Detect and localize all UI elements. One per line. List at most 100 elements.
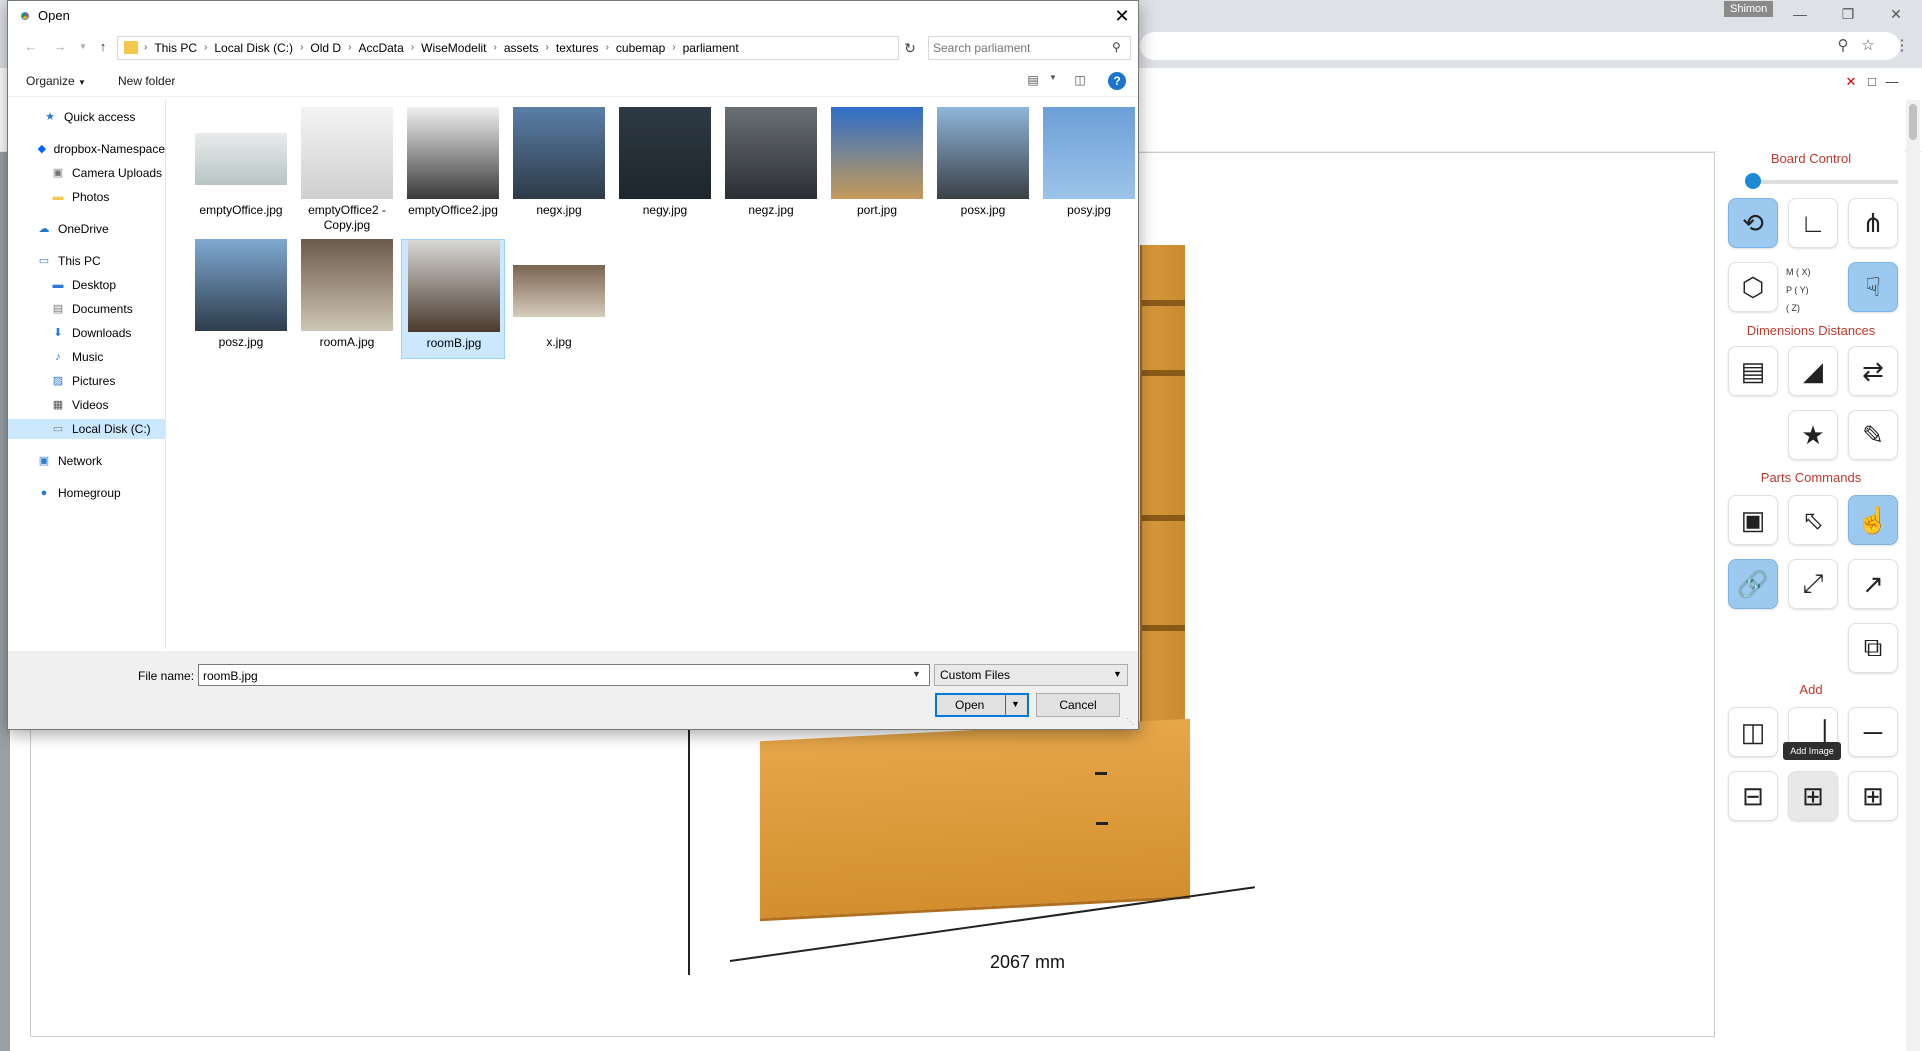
fit-view-button[interactable]: ▣ — [1728, 495, 1778, 545]
nav-item[interactable]: ● Homegroup — [8, 483, 165, 503]
file-item[interactable]: posz.jpg — [189, 239, 293, 359]
address-bar[interactable] — [1140, 32, 1900, 60]
search-input[interactable] — [933, 40, 1103, 56]
axis-checkboxes[interactable]: M ( X) P ( Y) ( Z) — [1786, 263, 1846, 317]
nav-item[interactable]: ▣ Network — [8, 451, 165, 471]
triangle-ruler-button[interactable]: ◢ — [1788, 346, 1838, 396]
help-icon[interactable]: ? — [1108, 72, 1126, 90]
nav-item[interactable]: ▦ Videos — [8, 395, 165, 415]
nav-item[interactable]: ▭ Local Disk (C:) — [8, 419, 165, 439]
link-button[interactable]: 🔗 — [1728, 559, 1778, 609]
checkbox-m-x[interactable]: M ( X) — [1786, 263, 1846, 281]
view-dropdown-icon[interactable]: ▼ — [1045, 73, 1061, 87]
resize-grip-icon[interactable]: ⋱ — [1126, 717, 1134, 726]
search-box[interactable]: ⚲ — [928, 36, 1131, 60]
breadcrumb[interactable]: › This PC › Local Disk (C:) › Old D › AccData › W… — [117, 36, 996, 60]
file-item[interactable]: negz.jpg — [719, 107, 823, 227]
cube-view-button[interactable]: ⬡ — [1728, 262, 1778, 312]
axis-3d-button[interactable]: ⋔ — [1848, 198, 1898, 248]
board-slider-track[interactable] — [1748, 180, 1898, 184]
rotate-view-button[interactable]: ⟲ — [1728, 198, 1778, 248]
file-item[interactable]: roomB.jpg — [401, 239, 505, 359]
organize-button[interactable]: Organize ▼ — [26, 74, 86, 88]
page-scrollbar[interactable] — [1906, 100, 1920, 1051]
breadcrumb-item[interactable]: WiseModelit — [414, 41, 493, 55]
close-window-icon[interactable]: ✕ — [1874, 0, 1918, 28]
hand-pointer-button[interactable]: ☟ — [1848, 262, 1898, 312]
recent-dropdown-icon[interactable]: ▼ — [74, 38, 92, 56]
nav-item[interactable]: ◆ dropbox-Namespace — [8, 139, 165, 159]
dialog-titlebar[interactable]: Open ✕ — [8, 1, 1138, 31]
nav-item[interactable]: ▨ Pictures — [8, 371, 165, 391]
add-tree-button[interactable]: ⊞ — [1848, 771, 1898, 821]
touch-select-button[interactable]: ☝ — [1848, 495, 1898, 545]
nav-item[interactable]: ▤ Documents — [8, 299, 165, 319]
hatch-ruler-button[interactable]: ▤ — [1728, 346, 1778, 396]
app-maximize-icon[interactable]: □ — [1864, 74, 1880, 90]
axis-2d-button[interactable]: ∟ — [1788, 198, 1838, 248]
app-close-icon[interactable]: ✕ — [1843, 74, 1859, 90]
breadcrumb-item[interactable]: cubemap — [609, 41, 672, 55]
search-icon[interactable]: ⚲ — [1833, 36, 1853, 56]
preview-pane-icon[interactable]: ◫ — [1072, 73, 1088, 87]
file-item[interactable]: roomA.jpg — [295, 239, 399, 359]
breadcrumb-item[interactable]: Old D — [303, 41, 348, 55]
star-ruler-button[interactable]: ★ — [1788, 410, 1838, 460]
checkbox-p-y[interactable]: P ( Y) — [1786, 281, 1846, 299]
chevron-down-icon[interactable]: ▼ — [912, 669, 921, 679]
change-view-icon[interactable]: ▤ — [1025, 73, 1041, 87]
file-item[interactable]: port.jpg — [825, 107, 929, 227]
dialog-close-button[interactable]: ✕ — [1110, 5, 1134, 27]
a-to-b-button[interactable]: ⇄ — [1848, 346, 1898, 396]
file-name-combobox[interactable]: ▼ — [198, 664, 930, 686]
breadcrumb-item[interactable]: assets — [497, 41, 546, 55]
breadcrumb-item[interactable]: Local Disk (C:) — [207, 41, 300, 55]
checkbox-z[interactable]: ( Z) — [1786, 299, 1846, 317]
board-slider-handle[interactable] — [1745, 173, 1761, 189]
cabinet-body[interactable] — [760, 718, 1190, 922]
file-item[interactable]: emptyOffice2 - Copy.jpg — [295, 107, 399, 232]
file-item[interactable]: negx.jpg — [507, 107, 611, 227]
export-button[interactable]: ↗ — [1848, 559, 1898, 609]
nav-item[interactable]: ▬ Desktop — [8, 275, 165, 295]
file-item[interactable]: negy.jpg — [613, 107, 717, 227]
open-dropdown-icon[interactable]: ▼ — [1011, 699, 1020, 709]
select-box-button[interactable]: ⬁ — [1788, 495, 1838, 545]
restore-icon[interactable]: ❐ — [1826, 0, 1870, 28]
app-minimize-icon[interactable]: — — [1884, 74, 1900, 90]
brush-ruler-button[interactable]: ✎ — [1848, 410, 1898, 460]
scrollbar-thumb[interactable] — [1909, 104, 1917, 140]
open-button[interactable]: Open ▼ — [935, 693, 1029, 717]
add-shelf-button[interactable]: ─ — [1848, 707, 1898, 757]
file-item[interactable]: posx.jpg — [931, 107, 1035, 227]
nav-item[interactable]: ⬇ Downloads — [8, 323, 165, 343]
cancel-button[interactable]: Cancel — [1036, 693, 1120, 717]
nav-item[interactable]: ▬ Photos — [8, 187, 165, 207]
new-folder-button[interactable]: New folder — [118, 74, 175, 88]
search-icon[interactable]: ⚲ — [1112, 40, 1121, 54]
file-type-select[interactable]: Custom Files ▼ — [934, 664, 1128, 686]
breadcrumb-item[interactable]: parliament — [676, 41, 746, 55]
file-item[interactable]: x.jpg — [507, 239, 611, 359]
breadcrumb-item[interactable]: textures — [549, 41, 606, 55]
refresh-icon[interactable]: ↻ — [901, 39, 919, 57]
nav-item[interactable]: ★ Quick access — [8, 107, 165, 127]
user-badge[interactable]: Shimon — [1724, 1, 1774, 17]
resize-button[interactable]: ⤢ — [1788, 559, 1838, 609]
breadcrumb-item[interactable]: This PC — [147, 41, 204, 55]
file-item[interactable]: emptyOffice2.jpg — [401, 107, 505, 227]
star-icon[interactable]: ☆ — [1858, 36, 1878, 56]
nav-item[interactable]: ☁ OneDrive — [8, 219, 165, 239]
menu-icon[interactable]: ⋮ — [1892, 36, 1912, 56]
breadcrumb-item[interactable]: AccData — [351, 41, 410, 55]
nav-item[interactable]: ▣ Camera Uploads — [8, 163, 165, 183]
minimize-icon[interactable]: — — [1778, 0, 1822, 28]
part-move-button[interactable]: ⧉ — [1848, 623, 1898, 673]
forward-icon[interactable]: → — [51, 38, 69, 56]
file-name-input[interactable] — [203, 668, 903, 683]
nav-item[interactable]: ▭ This PC — [8, 251, 165, 271]
add-image-button[interactable]: ⊞ — [1788, 771, 1838, 821]
add-door-button[interactable]: ◫ — [1728, 707, 1778, 757]
back-icon[interactable]: ← — [22, 38, 40, 56]
file-item[interactable]: emptyOffice.jpg — [189, 107, 293, 227]
